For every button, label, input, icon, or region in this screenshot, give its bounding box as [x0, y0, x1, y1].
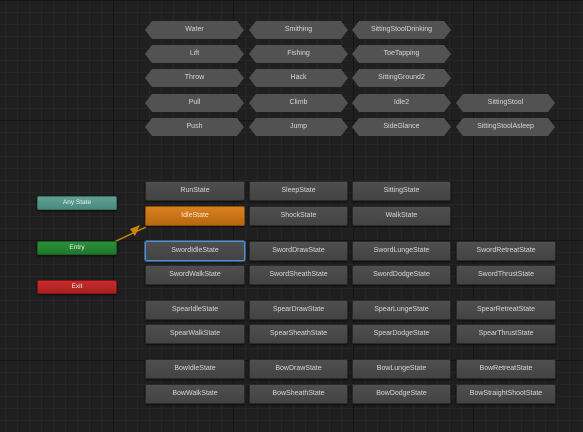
any-state-node[interactable]: Any State [37, 196, 117, 210]
state-bow-retreat[interactable]: BowRetreatState [456, 359, 556, 379]
substatemachine-sittingstoolasleep[interactable]: SittingStoolAsleep [456, 118, 555, 136]
state-bow-walk[interactable]: BowWalkState [145, 384, 245, 404]
state-spear-lunge[interactable]: SpearLungeState [352, 300, 451, 320]
substatemachine-idle2[interactable]: Idle2 [352, 94, 451, 112]
state-spear-dodge[interactable]: SpearDodgeState [352, 324, 451, 344]
entry-node[interactable]: Entry [37, 241, 117, 255]
substatemachine-climb[interactable]: Climb [249, 94, 348, 112]
substatemachine-lift[interactable]: Lift [145, 45, 244, 63]
substatemachine-sittingstooldrinking[interactable]: SittingStoolDrinking [352, 21, 451, 39]
substatemachine-fishing[interactable]: Fishing [249, 45, 348, 63]
state-sword-dodge[interactable]: SwordDodgeState [352, 265, 451, 285]
state-bow-straight-shoot[interactable]: BowStraightShootState [456, 384, 556, 404]
state-bow-draw[interactable]: BowDrawState [249, 359, 348, 379]
state-sword-thrust[interactable]: SwordThrustState [456, 265, 556, 285]
state-bow-sheath[interactable]: BowSheathState [249, 384, 348, 404]
exit-node[interactable]: Exit [37, 280, 117, 294]
state-spear-walk[interactable]: SpearWalkState [145, 324, 245, 344]
state-bow-dodge[interactable]: BowDodgeState [352, 384, 451, 404]
state-spear-thrust[interactable]: SpearThrustState [456, 324, 556, 344]
state-sword-idle[interactable]: SwordIdleState [145, 241, 245, 261]
substatemachine-pull[interactable]: Pull [145, 94, 244, 112]
state-shock[interactable]: ShockState [249, 206, 348, 226]
substatemachine-toetapping[interactable]: ToeTapping [352, 45, 451, 63]
state-idle-default[interactable]: IdleState [145, 206, 245, 226]
state-spear-retreat[interactable]: SpearRetreatState [456, 300, 556, 320]
state-sitting[interactable]: SittingState [352, 181, 451, 201]
substatemachine-smithing[interactable]: Smithing [249, 21, 348, 39]
substatemachine-push[interactable]: Push [145, 118, 244, 136]
substatemachine-sittingground2[interactable]: SittingGround2 [352, 69, 451, 87]
state-sword-retreat[interactable]: SwordRetreatState [456, 241, 556, 261]
state-walk[interactable]: WalkState [352, 206, 451, 226]
state-spear-idle[interactable]: SpearIdleState [145, 300, 245, 320]
state-sword-draw[interactable]: SwordDrawState [249, 241, 348, 261]
state-bow-lunge[interactable]: BowLungeState [352, 359, 451, 379]
state-sword-lunge[interactable]: SwordLungeState [352, 241, 451, 261]
substatemachine-hack[interactable]: Hack [249, 69, 348, 87]
state-sleep[interactable]: SleepState [249, 181, 348, 201]
substatemachine-sittingstool[interactable]: SittingStool [456, 94, 555, 112]
substatemachine-throw[interactable]: Throw [145, 69, 244, 87]
state-spear-sheath[interactable]: SpearSheathState [249, 324, 348, 344]
state-run[interactable]: RunState [145, 181, 245, 201]
substatemachine-jump[interactable]: Jump [249, 118, 348, 136]
state-sword-walk[interactable]: SwordWalkState [145, 265, 245, 285]
animator-graph-canvas[interactable]: Water Smithing SittingStoolDrinking Lift… [0, 0, 583, 432]
state-bow-idle[interactable]: BowIdleState [145, 359, 245, 379]
substatemachine-sideglance[interactable]: SideGlance [352, 118, 451, 136]
substatemachine-water[interactable]: Water [145, 21, 244, 39]
state-spear-draw[interactable]: SpearDrawState [249, 300, 348, 320]
state-sword-sheath[interactable]: SwordSheathState [249, 265, 348, 285]
